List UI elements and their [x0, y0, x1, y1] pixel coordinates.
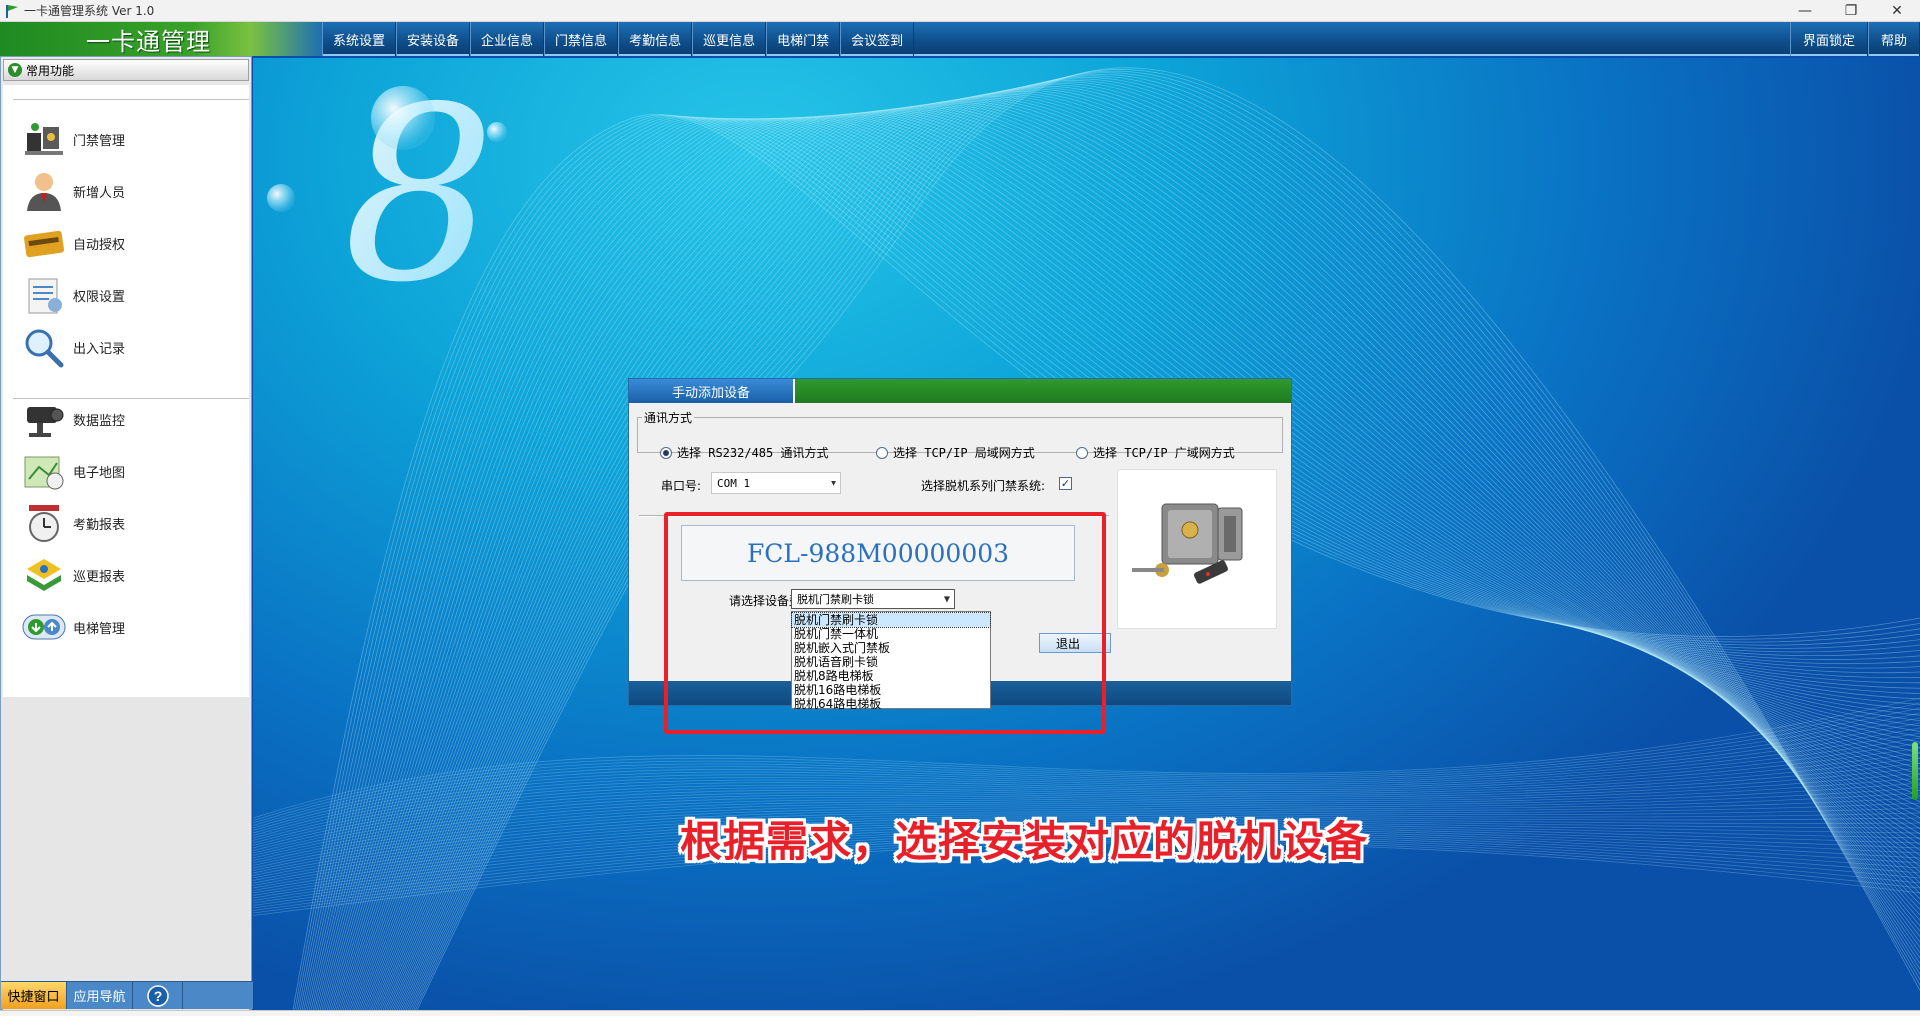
shortcut-label: 新增人员	[73, 185, 126, 201]
minimize-icon[interactable]: —	[1782, 0, 1828, 22]
title-bar: 一卡通管理系统 Ver 1.0 — ❐ ✕	[0, 0, 1920, 22]
menu-item-0[interactable]: 系统设置	[322, 22, 397, 56]
shortcut-label: 自动授权	[73, 237, 126, 253]
panel-header[interactable]: ▼ 常用功能	[3, 59, 249, 81]
tab-app-navigation[interactable]: 应用导航	[67, 982, 133, 1009]
lock-ui-menu[interactable]: 界面锁定	[1789, 22, 1868, 56]
shortcut-elevator[interactable]: 电梯管理	[19, 601, 125, 653]
shortcut-label: 门禁管理	[73, 133, 126, 149]
chevron-down-icon[interactable]: ▼	[831, 479, 836, 488]
camera-icon	[19, 395, 69, 443]
shortcut-clock[interactable]: 考勤报表	[19, 497, 125, 549]
card-icon	[19, 219, 69, 267]
radio-rs232-label: 选择 RS232/485 通讯方式	[677, 446, 829, 460]
radio-tcpip-lan[interactable]: 选择 TCP/IP 局域网方式	[876, 444, 1035, 461]
app-flag-icon	[6, 4, 18, 18]
clock-icon	[19, 499, 69, 547]
radio-rs232[interactable]: 选择 RS232/485 通讯方式	[660, 444, 828, 461]
brand-logo: 一卡通管理	[0, 22, 322, 56]
menu-item-3[interactable]: 门禁信息	[544, 22, 619, 56]
radio-dot[interactable]	[660, 446, 672, 459]
access-control-icon	[19, 115, 69, 163]
menu-item-2[interactable]: 企业信息	[470, 22, 545, 56]
elevator-icon	[19, 603, 69, 651]
window-title: 一卡通管理系统 Ver 1.0	[24, 4, 155, 18]
svg-text:?: ?	[153, 988, 162, 1004]
person-icon	[19, 167, 69, 215]
patrol-icon	[19, 551, 69, 599]
status-strip	[0, 1010, 1920, 1016]
shortcut-camera[interactable]: 数据监控	[19, 393, 125, 445]
right-menu: 界面锁定 帮助	[1789, 22, 1920, 56]
shortcut-permission[interactable]: 权限设置	[19, 269, 125, 321]
menu-item-4[interactable]: 考勤信息	[618, 22, 693, 56]
serial-port-select[interactable]: COM 1 ▼	[711, 472, 841, 494]
annotation-caption: 根据需求，选择安装对应的脱机设备	[680, 817, 1369, 866]
radio-dot[interactable]	[876, 446, 888, 459]
collapse-icon[interactable]: ▼	[8, 63, 22, 77]
tab-quick-window[interactable]: 快捷窗口	[1, 982, 67, 1009]
scroll-indicator	[1912, 742, 1918, 800]
comm-mode-group: 通讯方式 选择 RS232/485 通讯方式 选择 TCP/IP 局域网方式 选…	[637, 409, 1283, 460]
map-icon	[19, 447, 69, 495]
door-lock-image	[1117, 469, 1277, 629]
divider	[13, 99, 249, 101]
shortcut-label: 出入记录	[73, 341, 126, 357]
offline-system-checkbox[interactable]: ✓	[1059, 477, 1072, 490]
permission-icon	[19, 271, 69, 319]
radio-tcpip-wan-label: 选择 TCP/IP 广域网方式	[1093, 446, 1235, 460]
function-list: 门禁管理新增人员自动授权权限设置出入记录数据监控电子地图考勤报表巡更报表电梯管理	[3, 85, 249, 697]
tab-manual-add-device[interactable]: 手动添加设备	[629, 379, 795, 403]
left-panel: ▼ 常用功能 门禁管理新增人员自动授权权限设置出入记录数据监控电子地图考勤报表巡…	[0, 56, 253, 1016]
close-icon[interactable]: ✕	[1874, 0, 1920, 22]
shortcut-access-control[interactable]: 门禁管理	[19, 113, 125, 165]
serial-port-label: 串口号:	[661, 479, 702, 493]
shortcut-patrol[interactable]: 巡更报表	[19, 549, 125, 601]
shortcut-label: 电子地图	[73, 465, 126, 481]
comm-mode-legend: 通讯方式	[644, 411, 693, 425]
menu-item-6[interactable]: 电梯门禁	[766, 22, 841, 56]
shortcut-label: 数据监控	[73, 413, 126, 429]
menu-item-5[interactable]: 巡更信息	[692, 22, 767, 56]
radio-dot[interactable]	[1076, 446, 1088, 459]
shortcut-person[interactable]: 新增人员	[19, 165, 125, 217]
menu-item-7[interactable]: 会议签到	[840, 22, 915, 56]
highlight-box	[664, 512, 1106, 734]
offline-system-label: 选择脱机系列门禁系统:	[921, 479, 1046, 493]
help-icon[interactable]: ?	[133, 982, 183, 1009]
main-menu: 系统设置 安装设备 企业信息 门禁信息 考勤信息 巡更信息 电梯门禁 会议签到	[322, 22, 915, 56]
brand-title: 一卡通管理	[86, 27, 211, 56]
menu-bar: 一卡通管理 系统设置 安装设备 企业信息 门禁信息 考勤信息 巡更信息 电梯门禁 会议签到 界…	[0, 22, 1920, 56]
shortcut-label: 电梯管理	[73, 621, 126, 637]
panel-header-label: 常用功能	[26, 63, 75, 78]
panel-blank	[3, 697, 249, 1016]
shortcut-magnifier[interactable]: 出入记录	[19, 321, 125, 373]
restore-icon[interactable]: ❐	[1828, 0, 1874, 22]
radio-tcpip-lan-label: 选择 TCP/IP 局域网方式	[893, 446, 1035, 460]
shortcut-label: 考勤报表	[73, 517, 126, 533]
radio-tcpip-wan[interactable]: 选择 TCP/IP 广域网方式	[1076, 444, 1235, 461]
shortcut-map[interactable]: 电子地图	[19, 445, 125, 497]
panel-tabs: 快捷窗口 应用导航 ?	[1, 981, 253, 1009]
magnifier-icon	[19, 323, 69, 371]
serial-port-value: COM 1	[717, 476, 751, 490]
shortcut-label: 巡更报表	[73, 569, 126, 585]
menu-item-1[interactable]: 安装设备	[396, 22, 471, 56]
help-menu[interactable]: 帮助	[1867, 22, 1920, 56]
shortcut-label: 权限设置	[73, 289, 126, 305]
shortcut-card[interactable]: 自动授权	[19, 217, 125, 269]
